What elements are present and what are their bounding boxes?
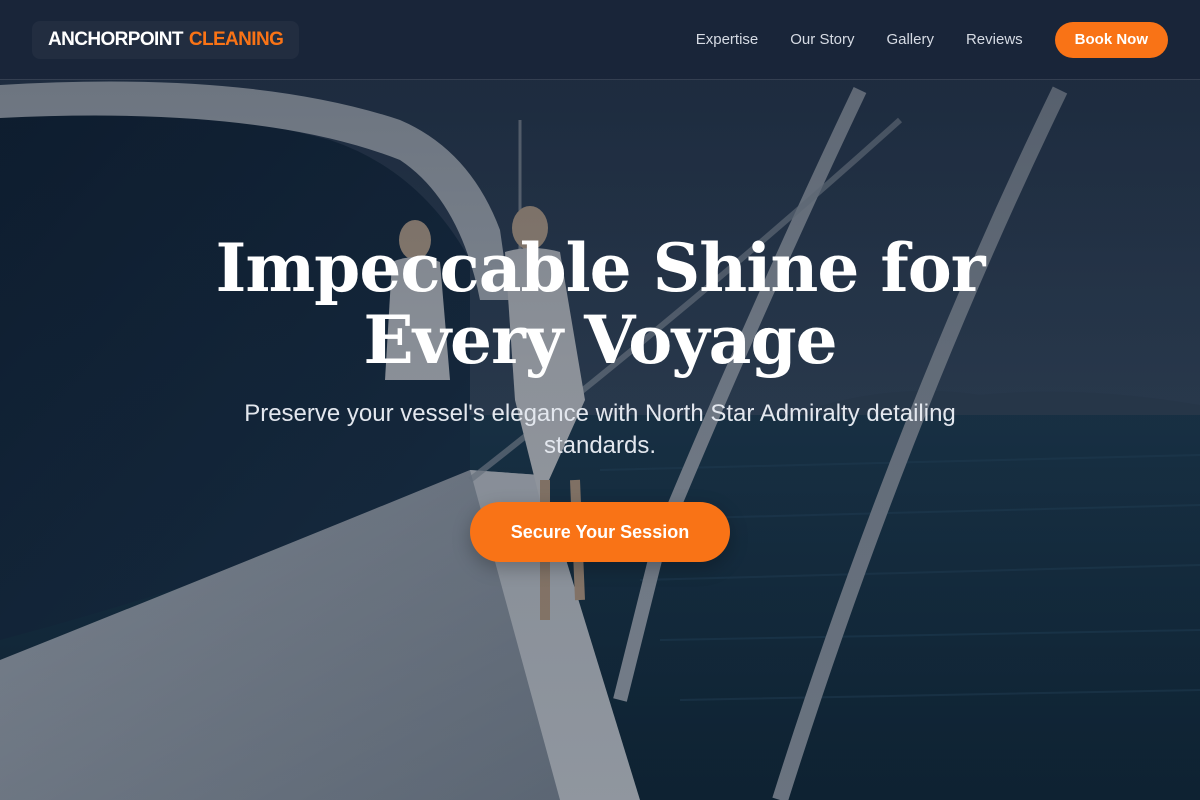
brand-logo[interactable]: ANCHORPOINT CLEANING (32, 20, 300, 59)
hero-section: Impeccable Shine for Every Voyage Preser… (0, 232, 1200, 562)
site-header: ANCHORPOINT CLEANING Expertise Our Story… (0, 0, 1200, 80)
book-now-button[interactable]: Book Now (1054, 21, 1168, 58)
brand-name: ANCHORPOINT (48, 28, 183, 50)
brand-name-accent: CLEANING (188, 28, 284, 50)
landing-page: ANCHORPOINT CLEANING Expertise Our Story… (0, 0, 1200, 800)
nav-link-reviews[interactable]: Reviews (966, 31, 1023, 48)
secure-session-button[interactable]: Secure Your Session (470, 502, 730, 562)
nav-link-expertise[interactable]: Expertise (696, 31, 759, 48)
nav-link-gallery[interactable]: Gallery (886, 31, 934, 48)
hero-title: Impeccable Shine for Every Voyage (215, 229, 985, 379)
main-nav: Expertise Our Story Gallery Reviews Book… (664, 21, 1168, 58)
nav-link-our-story[interactable]: Our Story (790, 31, 854, 48)
hero-subtitle: Preserve your vessel's elegance with Nor… (244, 400, 956, 459)
